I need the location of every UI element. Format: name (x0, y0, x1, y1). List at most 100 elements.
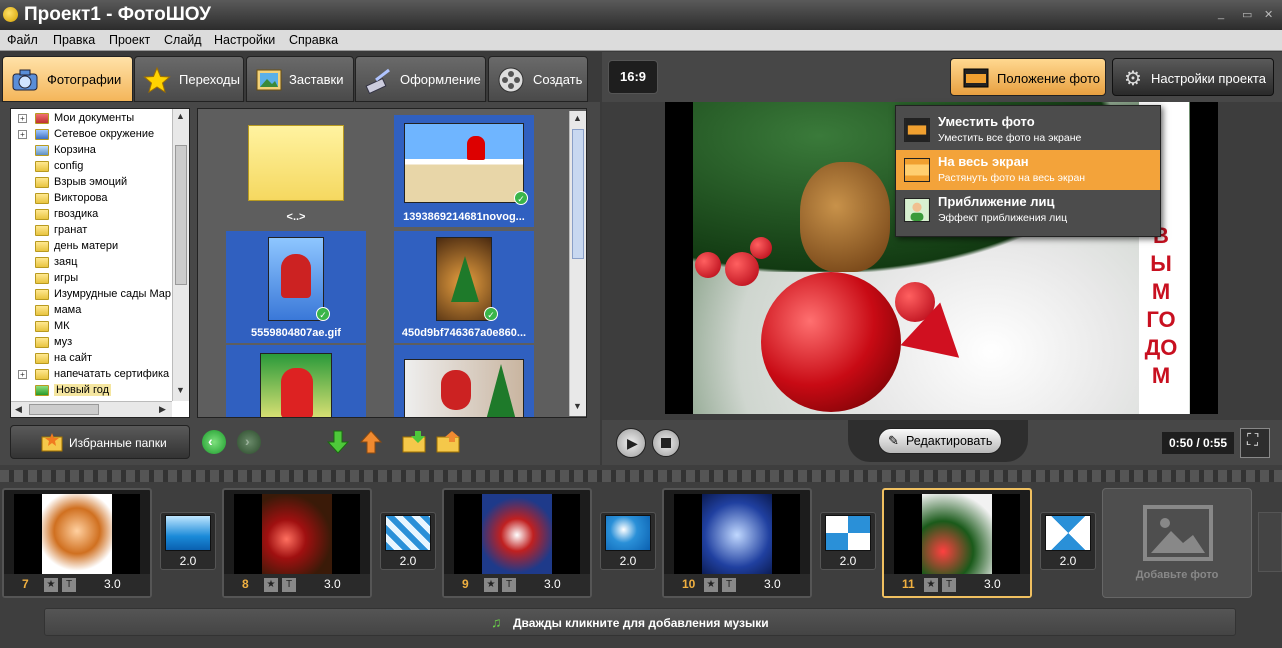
star-icon[interactable]: ★ (704, 578, 718, 592)
text-icon[interactable]: T (62, 578, 76, 592)
transition-slot[interactable]: 2.0 (820, 512, 876, 570)
menu-full-screen[interactable]: На весь экран Растянуть фото на весь экр… (896, 150, 1160, 190)
folder-icon (35, 289, 49, 300)
scroll-down-icon[interactable]: ▼ (570, 399, 585, 414)
grid-item[interactable] (226, 345, 366, 417)
tree-item-label: гранат (54, 224, 88, 236)
menu-help[interactable]: Справка (289, 33, 338, 47)
timeline-slide[interactable]: 11 ★ T 3.0 (882, 488, 1032, 598)
tree-hscroll[interactable]: ◀ ▶ (11, 401, 172, 417)
photo-position-label: Положение фото (997, 71, 1100, 86)
menu-fit-photo[interactable]: Уместить фото Уместить все фото на экран… (896, 110, 1160, 150)
timeline-slide[interactable]: 8 ★ T 3.0 (222, 488, 372, 598)
scroll-right-icon[interactable]: ▶ (155, 402, 170, 417)
scroll-thumb[interactable] (572, 129, 584, 259)
expand-icon[interactable]: + (18, 370, 27, 379)
folder-icon (35, 305, 49, 316)
text-icon[interactable]: T (282, 578, 296, 592)
star-icon[interactable]: ★ (44, 578, 58, 592)
close-button[interactable]: ✕ (1264, 8, 1273, 21)
grid-item-parent[interactable]: <..> (226, 115, 366, 227)
star-icon[interactable]: ★ (264, 578, 278, 592)
menu-face-zoom[interactable]: Приближение лиц Эффект приближения лиц (896, 190, 1160, 230)
photo-position-button[interactable]: Положение фото (950, 58, 1106, 96)
grid-item[interactable]: ✓ 1393869214681novog... (394, 115, 534, 227)
tree-item-label: напечатать сертифика (54, 368, 170, 380)
tree-item-label: Новый год (54, 384, 112, 396)
grid-item-caption: 5559804807ae.gif (251, 327, 341, 339)
play-button[interactable]: ▶ (616, 428, 646, 458)
open-folder-icon[interactable] (436, 430, 462, 454)
menu-settings[interactable]: Настройки (214, 33, 275, 47)
folder-tree[interactable]: + Мои документы + Сетевое окружение Корзина c… (10, 108, 190, 418)
text-icon[interactable]: T (722, 578, 736, 592)
transition-slot[interactable]: 2.0 (1040, 512, 1096, 570)
move-up-icon[interactable] (360, 430, 382, 454)
transition-slot[interactable]: 2.0 (600, 512, 656, 570)
tab-screensavers[interactable]: Заставки (246, 56, 354, 102)
tree-item-label: мама (54, 304, 82, 316)
tree-vscroll[interactable]: ▲ ▼ (172, 109, 189, 401)
maximize-button[interactable]: ▭ (1242, 8, 1252, 21)
add-folder-icon[interactable] (402, 430, 428, 454)
move-down-icon[interactable] (327, 430, 349, 454)
minimize-button[interactable]: _ (1218, 8, 1224, 20)
menu-file[interactable]: Файл (7, 33, 38, 47)
fullscreen-button[interactable]: ⛶ (1240, 428, 1270, 458)
transition-slot[interactable]: 2.0 (160, 512, 216, 570)
menu-item-title: Уместить фото (938, 114, 1035, 129)
scroll-left-icon[interactable]: ◀ (11, 402, 26, 417)
music-track[interactable]: ♫ Дважды кликните для добавления музыки (44, 608, 1236, 636)
text-icon[interactable]: T (942, 578, 956, 592)
tab-create[interactable]: Создать (488, 56, 588, 102)
expand-icon[interactable]: + (18, 114, 27, 123)
scroll-down-icon[interactable]: ▼ (173, 383, 188, 398)
tab-transitions[interactable]: Переходы (134, 56, 244, 102)
forward-button[interactable]: › (237, 430, 261, 454)
timeline-slide[interactable]: 9 ★ T 3.0 (442, 488, 592, 598)
tree-item-label: config (54, 160, 84, 172)
scroll-thumb[interactable] (29, 404, 99, 415)
photo-thumbnail (268, 237, 324, 321)
timeline-slide[interactable]: 7 ★ T 3.0 (2, 488, 152, 598)
star-icon (143, 66, 171, 94)
slide-info-bar: 10 ★ T 3.0 (664, 574, 810, 596)
expand-icon[interactable]: + (18, 130, 27, 139)
grid-item[interactable]: ✓ (394, 345, 534, 417)
add-photo-slot[interactable]: Добавьте фото (1102, 488, 1252, 598)
transition-slot[interactable]: 2.0 (380, 512, 436, 570)
stop-button[interactable] (652, 429, 680, 457)
slide-thumbnail (894, 494, 1020, 576)
favorite-folders-button[interactable]: Избранные папки (10, 425, 190, 459)
folder-icon (35, 113, 49, 124)
timeline-scroll-right[interactable] (1258, 512, 1282, 572)
file-grid[interactable]: <..> ✓ 1393869214681novog... ✓ 555980480… (197, 108, 587, 418)
menu-slide[interactable]: Слайд (164, 33, 202, 47)
star-icon[interactable]: ★ (924, 578, 938, 592)
timeline-slide[interactable]: 10 ★ T 3.0 (662, 488, 812, 598)
title-bar: Проект1 - ФотоШОУ _ ▭ ✕ (0, 0, 1282, 30)
menu-project[interactable]: Проект (109, 33, 150, 47)
scroll-thumb[interactable] (175, 145, 187, 285)
text-icon[interactable]: T (502, 578, 516, 592)
aspect-ratio-button[interactable]: 16:9 (608, 60, 658, 94)
grid-scrollbar[interactable]: ▲ ▼ (569, 111, 586, 416)
slide-number: 7 (22, 577, 29, 591)
tab-design[interactable]: Оформление (355, 56, 486, 102)
photo-thumbnail (260, 353, 332, 417)
tab-photos[interactable]: Фотографии (2, 56, 133, 102)
slide-duration: 3.0 (544, 577, 561, 591)
star-icon[interactable]: ★ (484, 578, 498, 592)
photo-position-icon (963, 68, 989, 88)
project-settings-button[interactable]: ⚙ Настройки проекта (1112, 58, 1274, 96)
scroll-up-icon[interactable]: ▲ (570, 111, 585, 126)
folder-icon (248, 125, 344, 201)
back-button[interactable]: ‹ (202, 430, 226, 454)
scroll-up-icon[interactable]: ▲ (173, 109, 188, 124)
slide-info-bar: 9 ★ T 3.0 (444, 574, 590, 596)
tree-item-label: на сайт (54, 352, 93, 364)
grid-item[interactable]: ✓ 450d9bf746367a0e860... (394, 231, 534, 343)
grid-item[interactable]: ✓ 5559804807ae.gif (226, 231, 366, 343)
edit-button[interactable]: ✎ Редактировать (878, 428, 1002, 454)
menu-edit[interactable]: Правка (53, 33, 95, 47)
